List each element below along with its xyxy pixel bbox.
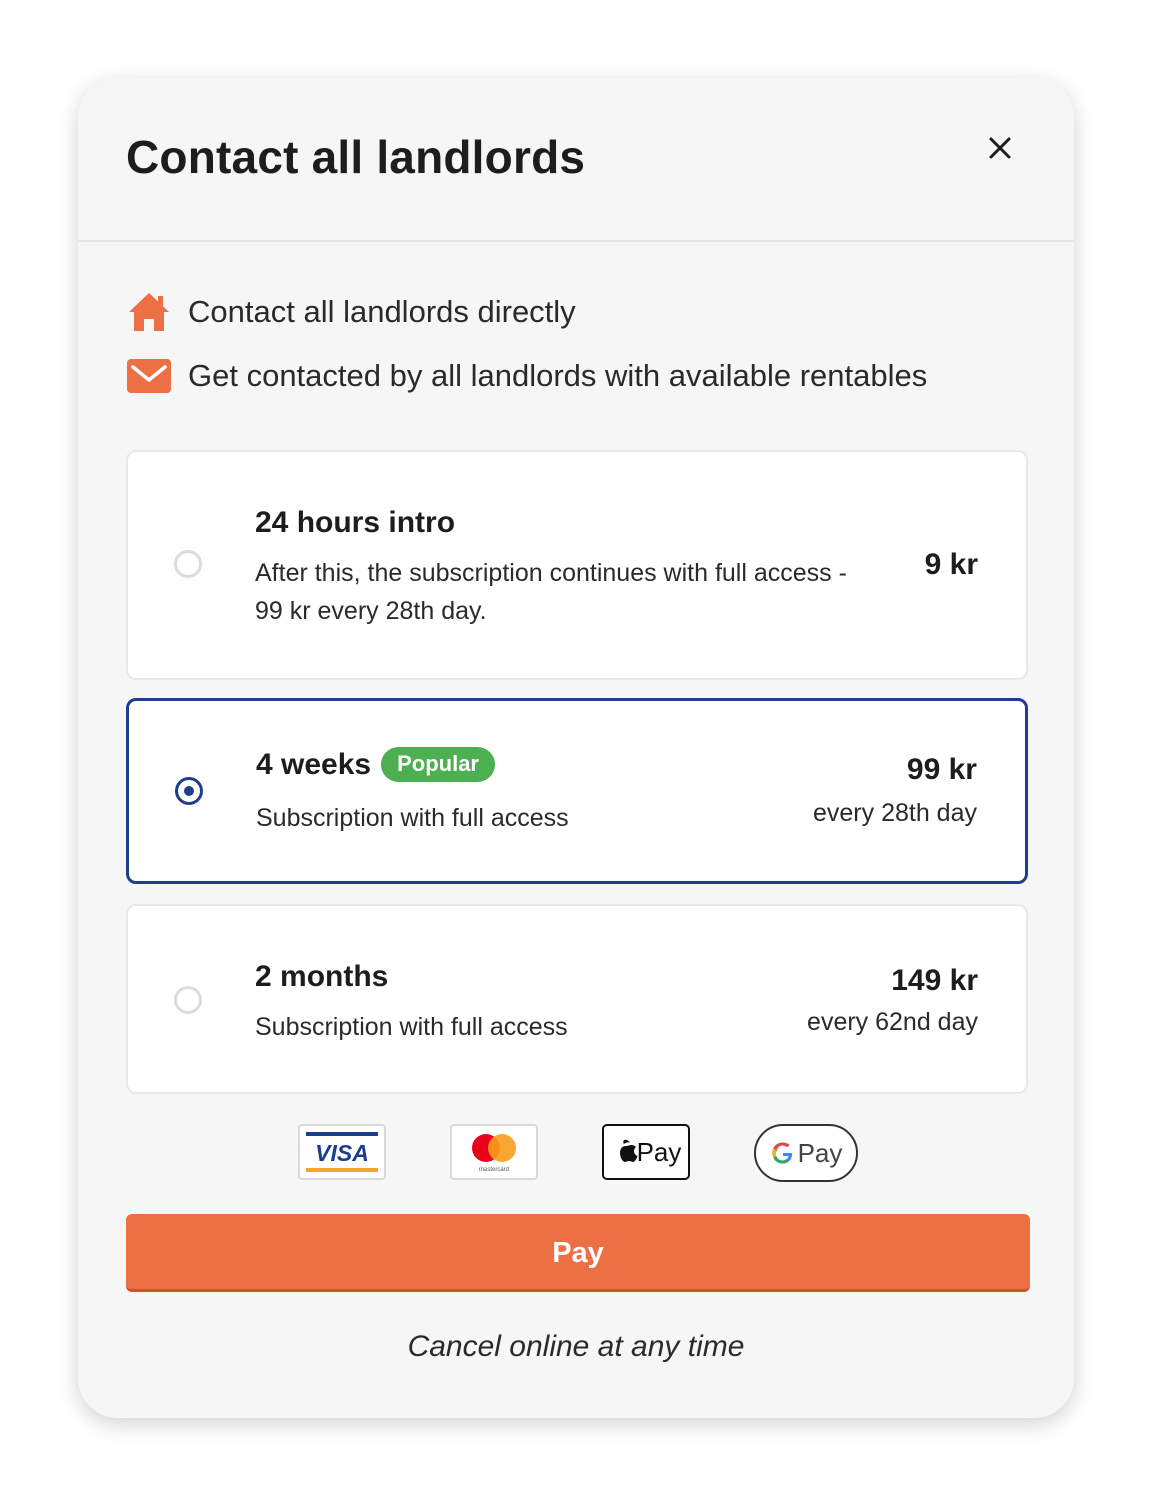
cancel-note: Cancel online at any time	[407, 1330, 745, 1363]
plan-option-4-weeks[interactable]: 4 weeks Popular Subscription with full a…	[126, 698, 1028, 884]
visa-text: VISA	[315, 1140, 369, 1166]
feature-item: Contact all landlords directly	[126, 290, 927, 334]
plan-price: 9 kr	[924, 548, 978, 581]
plan-period: every 62nd day	[807, 1008, 978, 1036]
popular-badge: Popular	[381, 747, 495, 782]
plan-name: 2 months	[255, 960, 388, 994]
plan-price: 99 kr	[906, 753, 977, 786]
google-pay-logo: Pay	[754, 1124, 858, 1182]
envelope-icon	[126, 354, 172, 398]
plan-name-label: 2 months	[255, 960, 389, 993]
close-button[interactable]	[982, 130, 1018, 166]
plan-option-24h[interactable]: 24 hours intro After this, the subscript…	[126, 450, 1028, 680]
radio-button[interactable]	[174, 986, 202, 1014]
house-icon	[126, 290, 172, 334]
radio-button[interactable]	[174, 550, 202, 578]
plan-description: Subscription with full access	[256, 804, 569, 832]
plan-price: 149 kr	[891, 964, 978, 997]
mastercard-text: mastercard	[479, 1167, 509, 1173]
plan-name-label: 4 weeks	[256, 747, 372, 781]
payment-methods: VISA mastercard Pay Pay	[78, 1124, 1074, 1182]
plan-name: 4 weeks Popular	[256, 747, 495, 782]
mastercard-logo: mastercard	[450, 1124, 538, 1180]
apple-pay-text: Pay	[637, 1137, 682, 1167]
visa-logo: VISA	[298, 1124, 386, 1180]
feature-list: Contact all landlords directly Get conta…	[126, 290, 927, 418]
pay-button[interactable]: Pay	[126, 1214, 1030, 1292]
google-pay-text: Pay	[798, 1138, 843, 1168]
plan-name-label: 24 hours intro	[255, 506, 456, 539]
feature-text: Get contacted by all landlords with avai…	[188, 358, 928, 393]
subscription-modal: Contact all landlords Contact all landlo…	[78, 78, 1074, 1418]
plan-list: 24 hours intro After this, the subscript…	[126, 450, 1028, 1094]
plan-period: every 28th day	[813, 799, 977, 827]
radio-button-selected[interactable]	[175, 777, 203, 805]
plan-description: Subscription with full access	[255, 1013, 568, 1041]
plan-option-2-months[interactable]: 2 months Subscription with full access 1…	[126, 904, 1028, 1094]
feature-text: Contact all landlords directly	[188, 294, 576, 329]
feature-item: Get contacted by all landlords with avai…	[126, 354, 927, 398]
apple-pay-logo: Pay	[602, 1124, 690, 1180]
plan-description: After this, the subscription continues w…	[255, 559, 847, 625]
modal-title: Contact all landlords	[126, 131, 586, 183]
plan-name: 24 hours intro	[255, 506, 455, 540]
close-icon	[989, 137, 1011, 159]
modal-header: Contact all landlords	[78, 78, 1074, 242]
